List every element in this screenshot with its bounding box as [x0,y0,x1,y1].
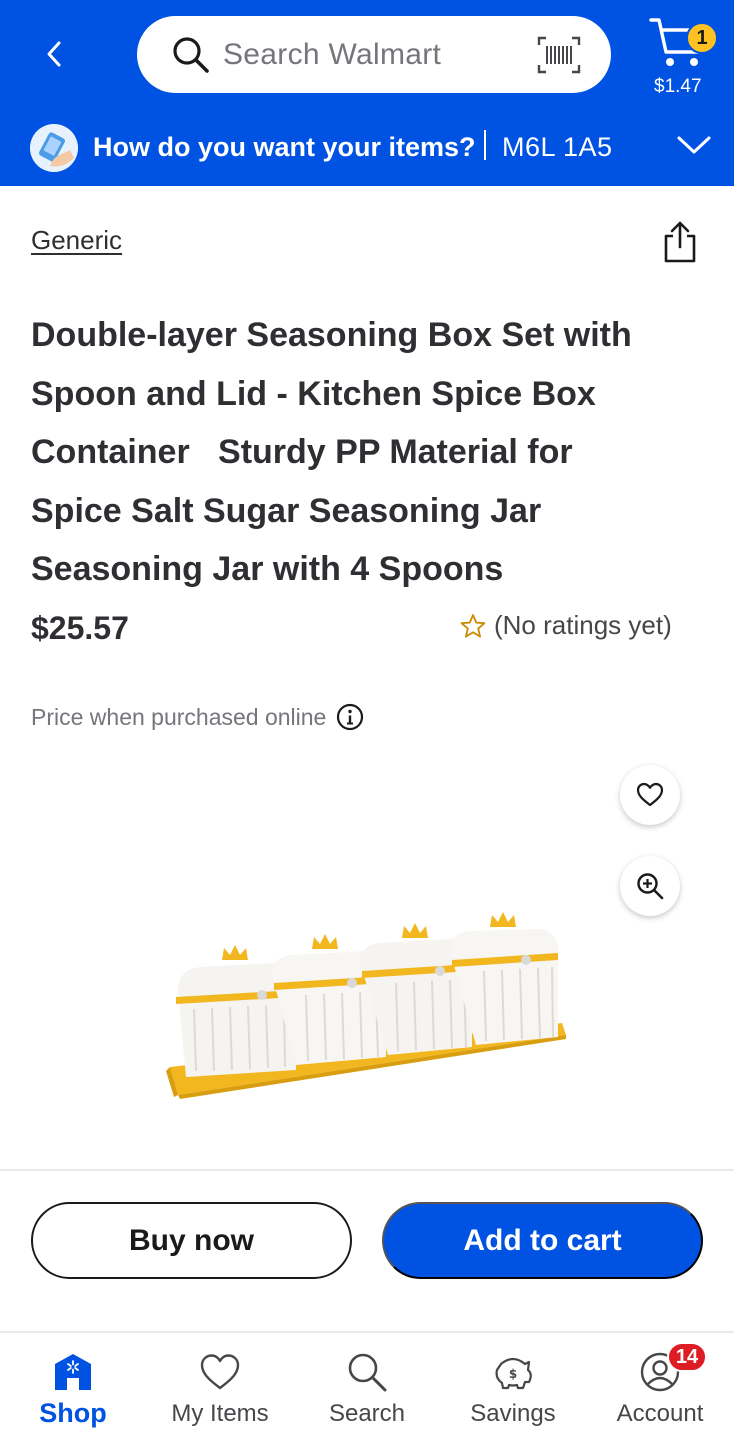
cart-count-badge: 1 [686,22,718,54]
account-notification-badge: 14 [667,1342,707,1372]
shop-icon [55,1354,91,1390]
brand-link[interactable]: Generic [31,225,122,256]
bottom-nav: Shop My Items Search $ Savings Account 1… [0,1334,734,1440]
price-note: Price when purchased online [31,703,364,731]
nav-savings[interactable]: $ Savings [440,1334,586,1440]
divider [0,1331,734,1333]
delivery-question: How do you want your items? [93,132,476,162]
barcode-scanner-icon[interactable] [537,36,581,74]
price-note-text: Price when purchased online [31,703,327,730]
ratings-text: (No ratings yet) [494,610,672,640]
nav-my-items[interactable]: My Items [147,1334,293,1440]
nav-my-items-label: My Items [171,1400,269,1427]
star-outline-icon [460,613,486,637]
search-icon [348,1353,387,1392]
info-icon[interactable] [336,703,364,731]
zoom-image-button[interactable] [620,856,680,916]
delivery-selector[interactable]: How do you want your items? M6L 1A5 [0,118,734,182]
nav-account-label: Account [616,1400,704,1427]
share-icon[interactable] [660,220,700,264]
ratings-link[interactable]: (No ratings yet) [460,610,672,641]
cart-amount: $1.47 [654,76,702,97]
heart-icon [200,1354,240,1390]
savings-icon: $ [495,1357,532,1390]
add-to-favorites-button[interactable] [620,765,680,825]
nav-account[interactable]: Account 14 [587,1334,733,1440]
search-icon [173,36,209,73]
svg-text:$: $ [509,1367,517,1381]
product-title: Double-layer Seasoning Box Set with Spoo… [31,316,642,588]
add-to-cart-button[interactable]: Add to cart [382,1202,703,1279]
search-input[interactable]: Search Walmart [137,16,611,93]
back-button[interactable] [30,30,78,78]
zoom-in-icon [637,873,664,900]
nav-search-label: Search [328,1400,406,1427]
search-placeholder: Search Walmart [223,37,442,71]
postal-code: M6L 1A5 [502,132,613,162]
cart-button[interactable]: 1 $1.47 [648,14,728,104]
divider [484,130,486,160]
nav-shop[interactable]: Shop [0,1334,146,1440]
delivery-icon [30,124,78,172]
top-header: Search Walmart 1 $1.47 How do you want y… [0,0,734,186]
nav-search[interactable]: Search [294,1334,440,1440]
chevron-down-icon [677,136,711,154]
product-image[interactable] [160,905,580,1115]
product-price: $25.57 [31,610,129,646]
heart-icon [636,782,664,807]
nav-shop-label: Shop [39,1398,107,1428]
nav-savings-label: Savings [470,1400,556,1427]
divider [0,1169,734,1171]
buy-now-button[interactable]: Buy now [31,1202,352,1279]
chevron-left-icon [47,41,61,67]
